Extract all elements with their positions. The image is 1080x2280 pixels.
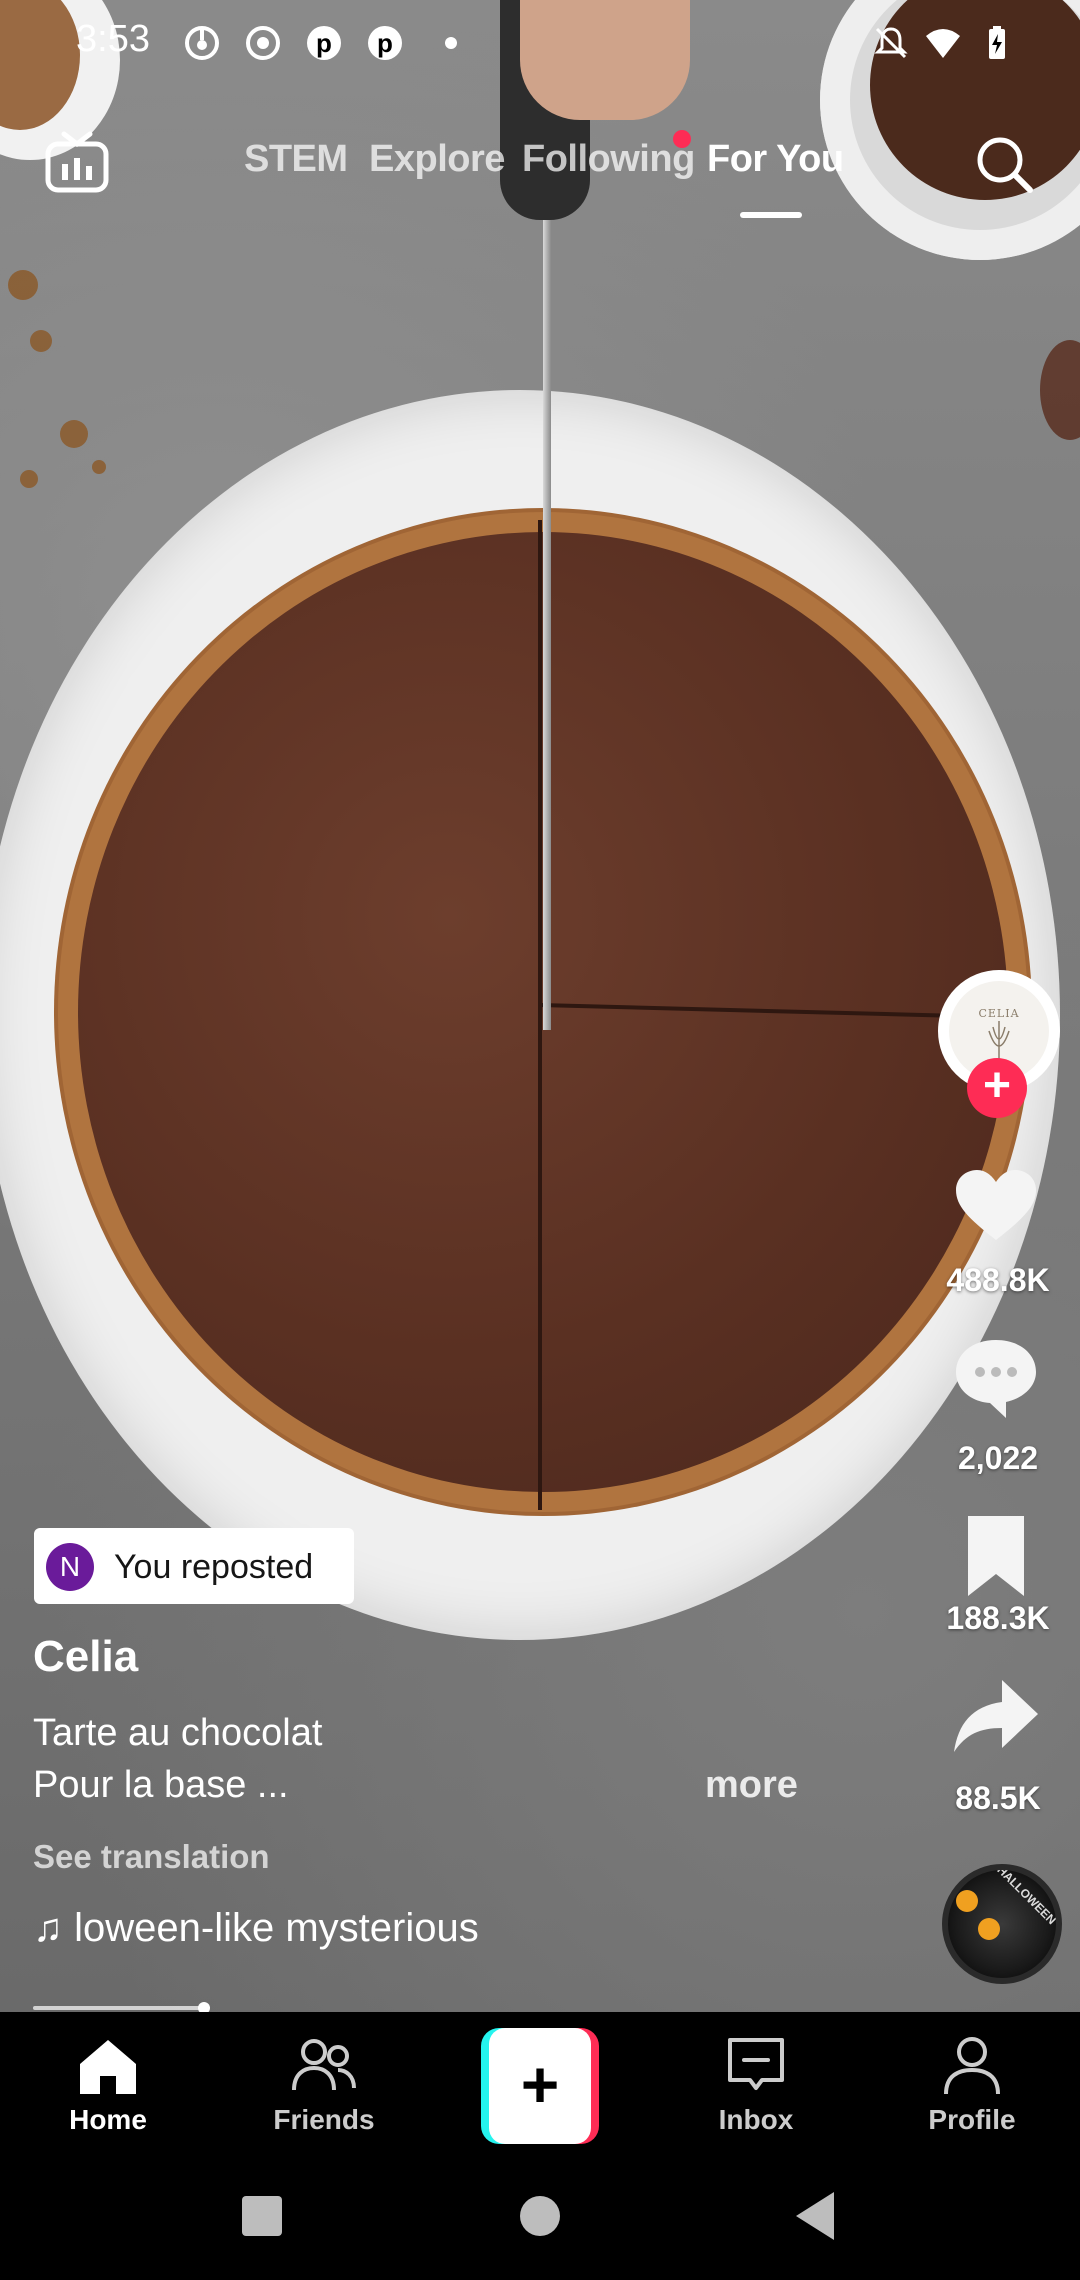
- svg-text:p: p: [316, 28, 332, 58]
- heart-icon: [956, 1170, 1036, 1240]
- follow-button[interactable]: +: [967, 1058, 1027, 1118]
- nav-friends[interactable]: Friends: [244, 2030, 404, 2136]
- sound-link[interactable]: ♫ loween-like mysterious: [33, 1906, 479, 1951]
- caption-line: Pour la base ...: [33, 1764, 289, 1806]
- profile-icon: [944, 2037, 1000, 2095]
- repost-avatar: N: [46, 1543, 94, 1591]
- nav-inbox-label: Inbox: [718, 2104, 794, 2135]
- live-tv-button[interactable]: [44, 130, 110, 196]
- active-tab-indicator: [740, 212, 802, 218]
- tab-following[interactable]: Following: [522, 138, 695, 181]
- like-count: 488.8K: [946, 1262, 1050, 1298]
- inbox-icon: [728, 2038, 784, 2090]
- bookmark-icon: [968, 1516, 1024, 1596]
- share-icon: [954, 1680, 1038, 1752]
- nav-friends-label: Friends: [273, 2104, 375, 2135]
- share-button[interactable]: [950, 1670, 1042, 1762]
- search-icon: [977, 137, 1033, 193]
- svg-text:p: p: [377, 28, 393, 58]
- app-notification-icon: [183, 24, 221, 62]
- comment-button[interactable]: [950, 1332, 1042, 1424]
- caption-line: Tarte au chocolat: [33, 1712, 323, 1754]
- tart-cut: [538, 520, 542, 1510]
- share-count: 88.5K: [955, 1780, 1041, 1816]
- save-count: 188.3K: [946, 1600, 1050, 1636]
- more-notifications-icon: [432, 24, 470, 62]
- pinterest-icon: p: [305, 24, 343, 62]
- wifi-icon: [924, 24, 962, 62]
- search-button[interactable]: [972, 132, 1036, 196]
- back-button[interactable]: [796, 2192, 834, 2240]
- mute-icon: [872, 24, 910, 62]
- crumb-decoration: [92, 460, 106, 474]
- nav-inbox[interactable]: Inbox: [676, 2030, 836, 2136]
- crumb-decoration: [30, 330, 52, 352]
- nav-home-label: Home: [69, 2104, 147, 2135]
- home-icon: [80, 2040, 136, 2094]
- knife: [543, 150, 551, 1030]
- record-notification-icon: [244, 24, 282, 62]
- home-system-button[interactable]: [520, 2196, 560, 2236]
- pumpkin-decoration: [978, 1918, 1000, 1940]
- save-button[interactable]: [950, 1510, 1042, 1602]
- video-progress-bar[interactable]: [33, 2006, 207, 2010]
- pinterest-icon: p: [366, 24, 404, 62]
- live-tv-icon: [45, 131, 109, 193]
- recents-button[interactable]: [242, 2196, 282, 2236]
- repost-label: You reposted: [114, 1548, 314, 1586]
- video-player[interactable]: [0, 0, 1080, 2012]
- chocolate-piece-decoration: [1040, 340, 1080, 440]
- status-time: 3:53: [76, 18, 150, 60]
- tab-stem[interactable]: STEM: [244, 138, 348, 181]
- like-button[interactable]: [950, 1160, 1042, 1252]
- create-button[interactable]: +: [481, 2028, 599, 2144]
- tab-for-you[interactable]: For You: [707, 138, 844, 181]
- new-content-dot: [673, 130, 691, 148]
- see-translation-link[interactable]: See translation: [33, 1838, 270, 1876]
- nav-profile-label: Profile: [928, 2104, 1016, 2135]
- plus-icon: +: [489, 2028, 591, 2144]
- creator-username[interactable]: Celia: [33, 1632, 138, 1682]
- crumb-decoration: [60, 420, 88, 448]
- status-bar: 3:53 p p: [0, 0, 1080, 86]
- comment-count: 2,022: [957, 1440, 1039, 1476]
- sound-disc[interactable]: HALLOWEEN: [942, 1864, 1062, 1984]
- friends-icon: [292, 2039, 356, 2091]
- nav-profile[interactable]: Profile: [892, 2030, 1052, 2136]
- pumpkin-decoration: [956, 1890, 978, 1912]
- tab-explore[interactable]: Explore: [369, 138, 505, 181]
- crumb-decoration: [8, 270, 38, 300]
- repost-badge[interactable]: N You reposted: [34, 1528, 354, 1604]
- sound-title: loween-like mysterious: [74, 1906, 479, 1950]
- comment-icon: [956, 1340, 1036, 1418]
- crumb-decoration: [20, 470, 38, 488]
- battery-icon: [978, 24, 1016, 62]
- more-button[interactable]: more: [705, 1764, 798, 1807]
- music-note-icon: ♫: [33, 1906, 63, 1950]
- nav-home[interactable]: Home: [28, 2030, 188, 2136]
